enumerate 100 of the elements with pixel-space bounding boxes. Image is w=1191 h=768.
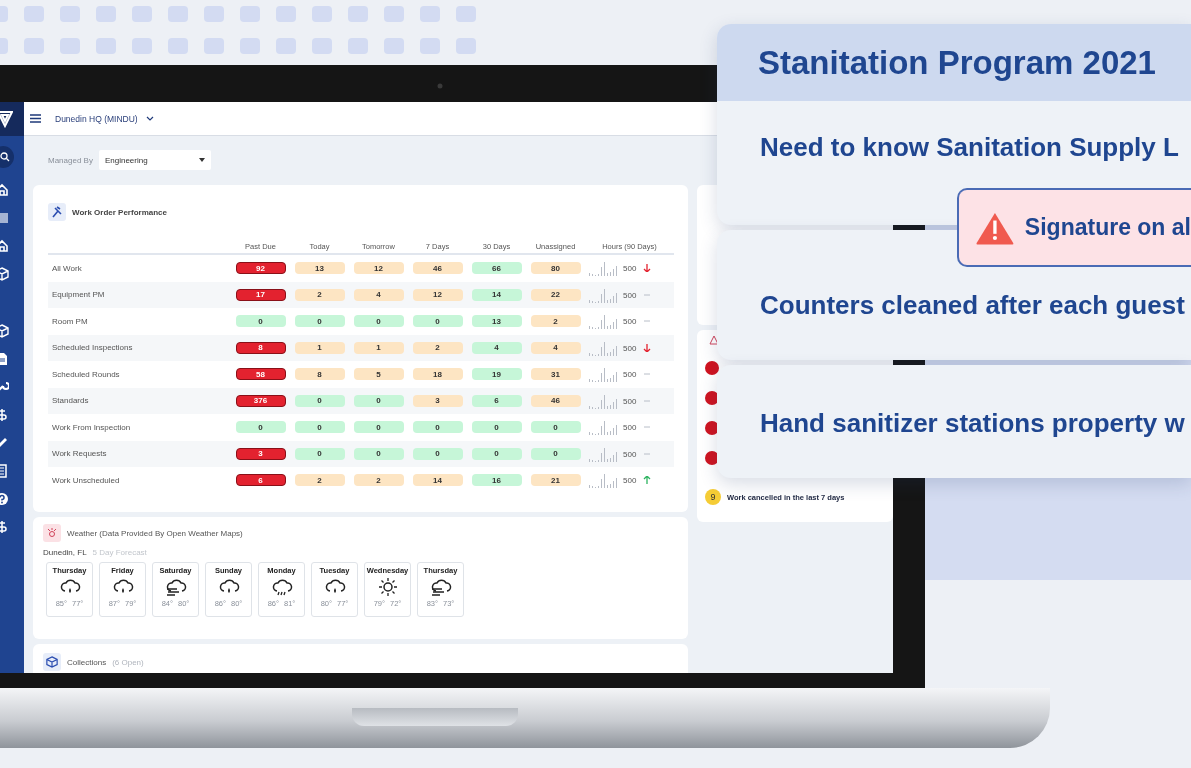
- count-pill: 14: [471, 288, 522, 301]
- count-pill: 0: [353, 394, 404, 407]
- performance-icon: [48, 203, 66, 221]
- count-pill: 13: [471, 315, 522, 328]
- count-pill: 0: [471, 447, 522, 460]
- count-pill: 0: [353, 315, 404, 328]
- hours-value: 500: [623, 343, 637, 353]
- row-label: Scheduled Inspections: [51, 343, 134, 353]
- card-title: Work Order Performance: [72, 207, 167, 217]
- sparkline-drawing: [589, 419, 619, 436]
- hours-value: 500: [623, 396, 637, 406]
- hours-value: 500: [623, 290, 637, 300]
- count-pill: 8: [294, 368, 345, 381]
- caret-icon: [198, 158, 205, 162]
- count-pill: 0: [235, 315, 286, 328]
- count-pill: 4: [471, 341, 522, 354]
- count-pill: 1: [353, 341, 404, 354]
- count-pill: 12: [353, 262, 404, 275]
- row-label: All Work: [51, 263, 83, 273]
- search-icon: [0, 152, 10, 162]
- count-pill: 2: [294, 288, 345, 301]
- count-pill: 6: [235, 474, 286, 487]
- count-pill: 0: [412, 447, 463, 460]
- sparkline-drawing: [589, 286, 619, 303]
- checklist-text: Hand sanitizer stations property w: [760, 408, 1186, 439]
- count-pill: 1: [294, 341, 345, 354]
- count-pill: 4: [530, 341, 581, 354]
- count-pill: 5: [353, 368, 404, 381]
- chevron-down-icon: [145, 116, 154, 121]
- menu-icon[interactable]: [30, 114, 41, 123]
- row-label: Work From Inspection: [51, 422, 132, 432]
- row-label: Work Unscheduled: [51, 475, 121, 485]
- hours-value: 500: [623, 423, 637, 433]
- location-label: Dunedin, FL: [43, 548, 87, 557]
- count-pill: 0: [294, 447, 345, 460]
- count-pill: 66: [471, 262, 522, 275]
- count-pill: 0: [294, 394, 345, 407]
- count-pill: 12: [412, 288, 463, 301]
- sparkline-drawing: [589, 472, 619, 489]
- sparkline-drawing: [589, 445, 619, 462]
- count-pill: 18: [412, 368, 463, 381]
- camera-icon: [437, 83, 443, 89]
- hours-value: 500: [623, 449, 637, 459]
- location-selector[interactable]: Dunedin HQ (MINDU): [55, 113, 154, 124]
- checklist-text: Need to know Sanitation Supply L: [760, 132, 1180, 163]
- sparkline-drawing: [589, 366, 619, 383]
- count-pill: 6: [471, 394, 522, 407]
- row-label: Room PM: [51, 316, 89, 326]
- count-pill: 0: [412, 315, 463, 328]
- count-pill: 0: [235, 421, 286, 434]
- warning-icon: [709, 335, 719, 345]
- count-pill: 8: [235, 341, 286, 354]
- managed-by-dropdown[interactable]: Engineering: [98, 150, 211, 170]
- count-pill: 2: [353, 474, 404, 487]
- sparkline-drawing: [589, 260, 619, 277]
- row-label: Standards: [51, 396, 90, 406]
- sparkline-drawing: [589, 313, 619, 330]
- count-pill: 58: [235, 368, 286, 381]
- sparkline-drawing: [589, 339, 619, 356]
- count-pill: 21: [530, 474, 581, 487]
- row-label: Work Requests: [51, 449, 108, 459]
- count-pill: 46: [530, 394, 581, 407]
- count-pill: 0: [530, 421, 581, 434]
- logo-icon: [0, 110, 13, 128]
- count-pill: 0: [353, 421, 404, 434]
- row-label: Equipment PM: [51, 290, 106, 300]
- checklist-text: Counters cleaned after each guest: [760, 290, 1186, 321]
- count-pill: 0: [471, 421, 522, 434]
- open-count: (6 Open): [112, 657, 144, 667]
- count-pill: 14: [412, 474, 463, 487]
- count-pill: 0: [530, 447, 581, 460]
- count-pill: 16: [471, 474, 522, 487]
- row-label: Scheduled Rounds: [51, 369, 121, 379]
- count-pill: 3: [412, 394, 463, 407]
- box-icon: [43, 653, 61, 671]
- alert-text: Signature on al: [1024, 214, 1191, 241]
- program-title: Stanitation Program 2021: [717, 24, 1191, 101]
- sparkline-drawing: [589, 392, 619, 409]
- count-pill: 3: [235, 447, 286, 460]
- count-pill: 4: [353, 288, 404, 301]
- count-pill: 46: [412, 262, 463, 275]
- count-pill: 0: [294, 315, 345, 328]
- count-pill: 376: [235, 394, 286, 407]
- count-pill: 2: [412, 341, 463, 354]
- hours-value: 500: [623, 317, 637, 327]
- count-pill: 22: [530, 288, 581, 301]
- count-pill: 17: [235, 288, 286, 301]
- count-pill: 2: [294, 474, 345, 487]
- count-pill: 92: [235, 262, 286, 275]
- count-pill: 0: [412, 421, 463, 434]
- count-pill: 2: [530, 315, 581, 328]
- filter-label: Managed By: [48, 155, 93, 165]
- hours-value: 500: [623, 370, 637, 380]
- count-badge: 9: [705, 489, 721, 505]
- hours-value: 500: [623, 476, 637, 486]
- card-title: Weather (Data Provided By Open Weather Maps): [67, 528, 243, 538]
- hours-value: 500: [623, 264, 637, 274]
- weather-icon: [43, 524, 61, 542]
- count-pill: 13: [294, 262, 345, 275]
- count-pill: 19: [471, 368, 522, 381]
